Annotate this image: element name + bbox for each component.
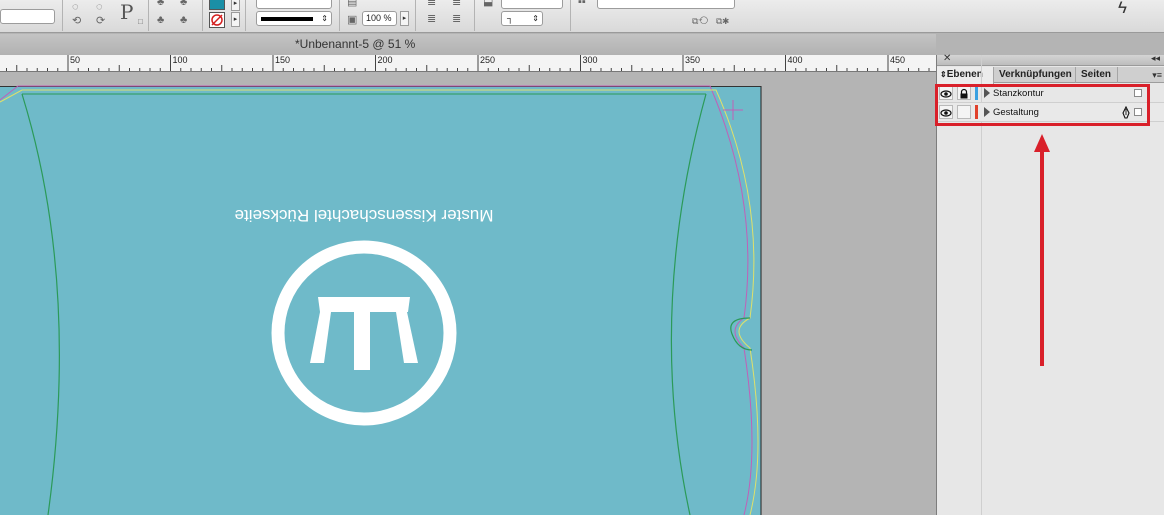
align-center-icon[interactable]: ≣ (452, 0, 461, 8)
select-next-icon[interactable]: ♣ (180, 14, 187, 26)
reference-point-icon[interactable]: □ (138, 16, 143, 28)
ruler-label: 300 (583, 55, 598, 65)
stroke-preview (261, 17, 313, 21)
scale-percent-field[interactable]: 100 % (362, 11, 397, 26)
corner-shape-select[interactable]: ┐ ⇕ (501, 11, 543, 26)
divider (570, 0, 571, 31)
tab-label: Seiten (1081, 69, 1112, 80)
select-previous-icon[interactable]: ♣ (157, 14, 164, 26)
object-style-icon: ▪▪ (578, 0, 586, 8)
fill-swatch[interactable] (209, 0, 225, 10)
tab-arrows-icon: ⇕ (940, 70, 947, 79)
stroke-type-select[interactable]: ⇕ (256, 11, 332, 26)
ruler-label: 200 (378, 55, 393, 65)
select-content-icon[interactable]: ♣ (180, 0, 187, 8)
stroke-weight-field[interactable] (256, 0, 332, 9)
horizontal-ruler[interactable]: 50 100 150 200 250 300 350 400 450 (0, 55, 936, 72)
close-icon[interactable]: ✕ (943, 53, 951, 64)
panel-tabs: ⇕Ebenen Verknüpfungen Seiten ▾≡ (937, 67, 1164, 84)
no-color-icon (211, 14, 223, 26)
divider (148, 0, 149, 31)
select-container-icon[interactable]: ♣ (157, 0, 164, 8)
annotation-arrow-icon (1034, 134, 1050, 366)
align-justify-icon[interactable]: ≣ (427, 13, 436, 25)
tab-label: Ebenen (946, 69, 983, 80)
divider (415, 0, 416, 31)
divider (202, 0, 203, 31)
x-position-field[interactable] (0, 9, 55, 24)
align-top-icon[interactable]: ≣ (427, 0, 436, 8)
new-style-icon[interactable]: ⧉✱ (716, 15, 729, 27)
divider (62, 0, 63, 31)
flip-icon[interactable]: ⟳ (96, 15, 105, 27)
panel-header[interactable]: ✕ ◂◂ (937, 53, 1164, 66)
collapse-icon[interactable]: ◂◂ (1151, 53, 1160, 64)
text-frame-icon[interactable]: P (120, 2, 133, 22)
control-bar: ◌ ◌ ⟲ ⟳ P □ ♣ ♣ ♣ ♣ ▸ ▸ ⇕ ▤ ▣ 100 % ▸ ≣ … (0, 0, 1164, 33)
highlight-box (935, 84, 1150, 126)
shear-icon[interactable]: ◌ (96, 1, 103, 13)
ruler-label: 400 (788, 55, 803, 65)
tab-verknuepfungen[interactable]: Verknüpfungen (996, 67, 1076, 83)
lightning-icon[interactable]: ϟ (1118, 0, 1127, 16)
fill-menu-button[interactable]: ▸ (231, 0, 240, 11)
frame-fitting-icon[interactable]: ⬓ (483, 0, 493, 8)
ruler-label: 150 (275, 55, 290, 65)
panel-menu-icon[interactable]: ▾≡ (1152, 67, 1162, 83)
clear-overrides-icon[interactable]: ⧉⟲ (692, 15, 708, 27)
document-title: *Unbenannt-5 @ 51 % (295, 37, 416, 51)
ruler-label: 100 (173, 55, 188, 65)
ruler-label: 450 (890, 55, 905, 65)
divider (339, 0, 340, 31)
stroke-swatch[interactable] (209, 12, 225, 28)
chevron-down-icon: ⇕ (532, 14, 539, 23)
document-tab[interactable]: *Unbenannt-5 @ 51 % (0, 34, 936, 55)
fitting-icon[interactable]: ▤ (347, 0, 357, 8)
divider (245, 0, 246, 31)
tab-seiten[interactable]: Seiten (1078, 67, 1118, 83)
align-bottom-icon[interactable]: ≣ (452, 13, 461, 25)
headline-text[interactable]: Muster Kissenschachtel Rückseite (235, 206, 494, 225)
corner-shape-icon: ┐ (507, 13, 514, 23)
corner-size-field[interactable] (501, 0, 563, 9)
rotate-icon[interactable]: ◌ (72, 1, 79, 13)
scale-percent-icon: ▣ (347, 14, 358, 26)
ruler-label: 350 (685, 55, 700, 65)
ruler-ticks: 50 100 150 200 250 300 350 400 450 (6, 55, 930, 71)
object-style-select[interactable] (597, 0, 735, 9)
divider (474, 0, 475, 31)
ruler-label: 250 (480, 55, 495, 65)
tab-label: Verknüpfungen (999, 69, 1072, 80)
ruler-label: 50 (70, 55, 80, 65)
pillow-box-artwork[interactable]: Muster Kissenschachtel Rückseite (0, 72, 936, 515)
canvas[interactable]: Muster Kissenschachtel Rückseite (0, 72, 936, 515)
stroke-menu-button[interactable]: ▸ (231, 12, 240, 27)
scale-menu-button[interactable]: ▸ (400, 11, 409, 26)
scale-icon[interactable]: ⟲ (72, 15, 81, 27)
chevron-down-icon: ⇕ (321, 14, 328, 23)
tab-ebenen[interactable]: ⇕Ebenen (937, 67, 994, 84)
